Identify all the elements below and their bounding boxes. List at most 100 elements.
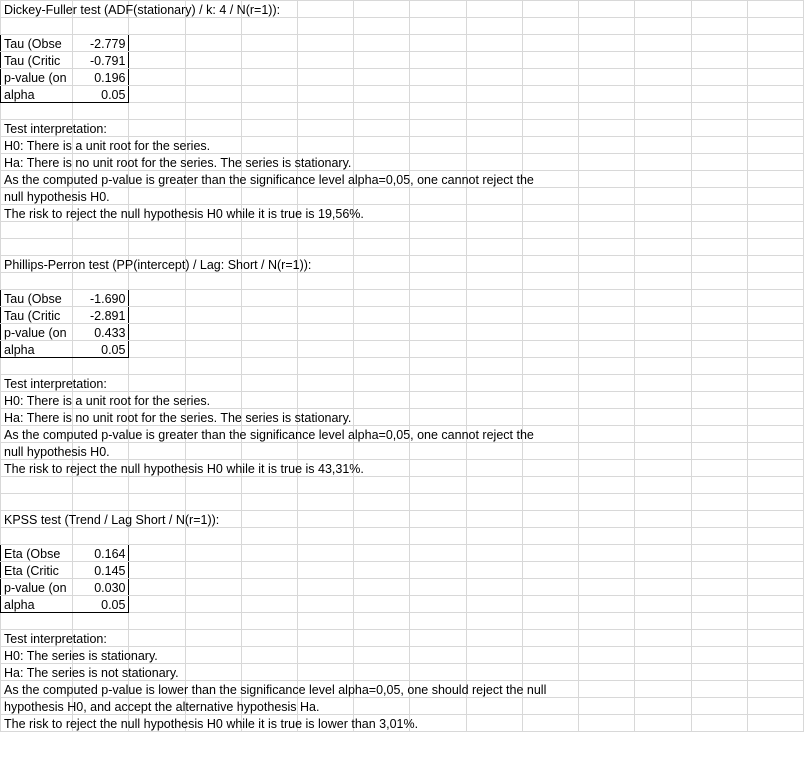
cell[interactable] (691, 188, 747, 205)
cell[interactable] (579, 256, 635, 273)
cell[interactable] (241, 120, 297, 137)
cell[interactable] (747, 375, 803, 392)
cell[interactable] (747, 69, 803, 86)
cell[interactable] (410, 511, 466, 528)
cell[interactable] (691, 426, 747, 443)
cell[interactable] (522, 137, 578, 154)
interp-line[interactable]: As the computed p-value is greater than … (1, 171, 73, 188)
cell[interactable] (579, 409, 635, 426)
cell[interactable] (73, 103, 129, 120)
cell[interactable] (635, 477, 691, 494)
cell[interactable] (241, 273, 297, 290)
stat-label[interactable]: Eta (Critic (1, 562, 73, 579)
cell[interactable] (241, 307, 297, 324)
cell[interactable] (410, 375, 466, 392)
cell[interactable] (691, 273, 747, 290)
cell[interactable] (522, 579, 578, 596)
cell[interactable] (579, 647, 635, 664)
cell[interactable] (522, 222, 578, 239)
cell[interactable] (410, 273, 466, 290)
cell[interactable] (298, 35, 354, 52)
cell[interactable] (410, 205, 466, 222)
cell[interactable] (635, 86, 691, 103)
cell[interactable] (466, 562, 522, 579)
cell[interactable] (466, 188, 522, 205)
cell[interactable] (466, 154, 522, 171)
cell[interactable] (747, 205, 803, 222)
cell[interactable] (635, 579, 691, 596)
cell[interactable] (466, 511, 522, 528)
cell[interactable] (466, 290, 522, 307)
cell[interactable] (579, 579, 635, 596)
section-title[interactable]: Dickey-Fuller test (ADF(stationary) / k:… (1, 1, 73, 18)
cell[interactable] (241, 239, 297, 256)
cell[interactable] (691, 222, 747, 239)
cell[interactable] (747, 664, 803, 681)
cell[interactable] (635, 205, 691, 222)
cell[interactable] (579, 120, 635, 137)
cell[interactable] (1, 613, 73, 630)
cell[interactable] (241, 324, 297, 341)
cell[interactable] (354, 562, 410, 579)
cell[interactable] (410, 409, 466, 426)
cell[interactable] (298, 188, 354, 205)
cell[interactable] (129, 307, 185, 324)
cell[interactable] (185, 596, 241, 613)
cell[interactable] (522, 324, 578, 341)
cell[interactable] (466, 137, 522, 154)
cell[interactable] (747, 460, 803, 477)
cell[interactable] (241, 579, 297, 596)
cell[interactable] (579, 392, 635, 409)
cell[interactable] (354, 511, 410, 528)
stat-value[interactable]: 0.164 (73, 545, 129, 562)
cell[interactable] (747, 715, 803, 732)
cell[interactable] (298, 137, 354, 154)
stat-label[interactable]: alpha (1, 596, 73, 613)
cell[interactable] (522, 511, 578, 528)
cell[interactable] (185, 647, 241, 664)
cell[interactable] (466, 341, 522, 358)
stat-value[interactable]: 0.05 (73, 596, 129, 613)
cell[interactable] (747, 307, 803, 324)
cell[interactable] (354, 630, 410, 647)
cell[interactable] (466, 35, 522, 52)
cell[interactable] (522, 86, 578, 103)
cell[interactable] (354, 324, 410, 341)
cell[interactable] (241, 69, 297, 86)
cell[interactable] (691, 409, 747, 426)
cell[interactable] (579, 715, 635, 732)
cell[interactable] (691, 698, 747, 715)
cell[interactable] (354, 18, 410, 35)
stat-label[interactable]: p-value (on (1, 579, 73, 596)
cell[interactable] (185, 324, 241, 341)
cell[interactable] (410, 664, 466, 681)
cell[interactable] (691, 290, 747, 307)
cell[interactable] (635, 630, 691, 647)
cell[interactable] (747, 188, 803, 205)
cell[interactable] (241, 528, 297, 545)
section-title[interactable]: KPSS test (Trend / Lag Short / N(r=1)): (1, 511, 73, 528)
cell[interactable] (579, 443, 635, 460)
cell[interactable] (522, 392, 578, 409)
cell[interactable] (354, 409, 410, 426)
cell[interactable] (635, 664, 691, 681)
cell[interactable] (241, 596, 297, 613)
cell[interactable] (691, 562, 747, 579)
cell[interactable] (354, 52, 410, 69)
cell[interactable] (354, 86, 410, 103)
cell[interactable] (635, 494, 691, 511)
cell[interactable] (522, 630, 578, 647)
spreadsheet-grid[interactable]: Dickey-Fuller test (ADF(stationary) / k:… (0, 0, 804, 732)
interp-line[interactable]: As the computed p-value is greater than … (1, 426, 73, 443)
interp-header[interactable]: Test interpretation: (1, 120, 73, 137)
cell[interactable] (466, 52, 522, 69)
cell[interactable] (298, 324, 354, 341)
cell[interactable] (354, 698, 410, 715)
cell[interactable] (522, 528, 578, 545)
cell[interactable] (747, 545, 803, 562)
cell[interactable] (354, 443, 410, 460)
cell[interactable] (747, 647, 803, 664)
cell[interactable] (185, 494, 241, 511)
cell[interactable] (354, 273, 410, 290)
stat-value[interactable]: -1.690 (73, 290, 129, 307)
